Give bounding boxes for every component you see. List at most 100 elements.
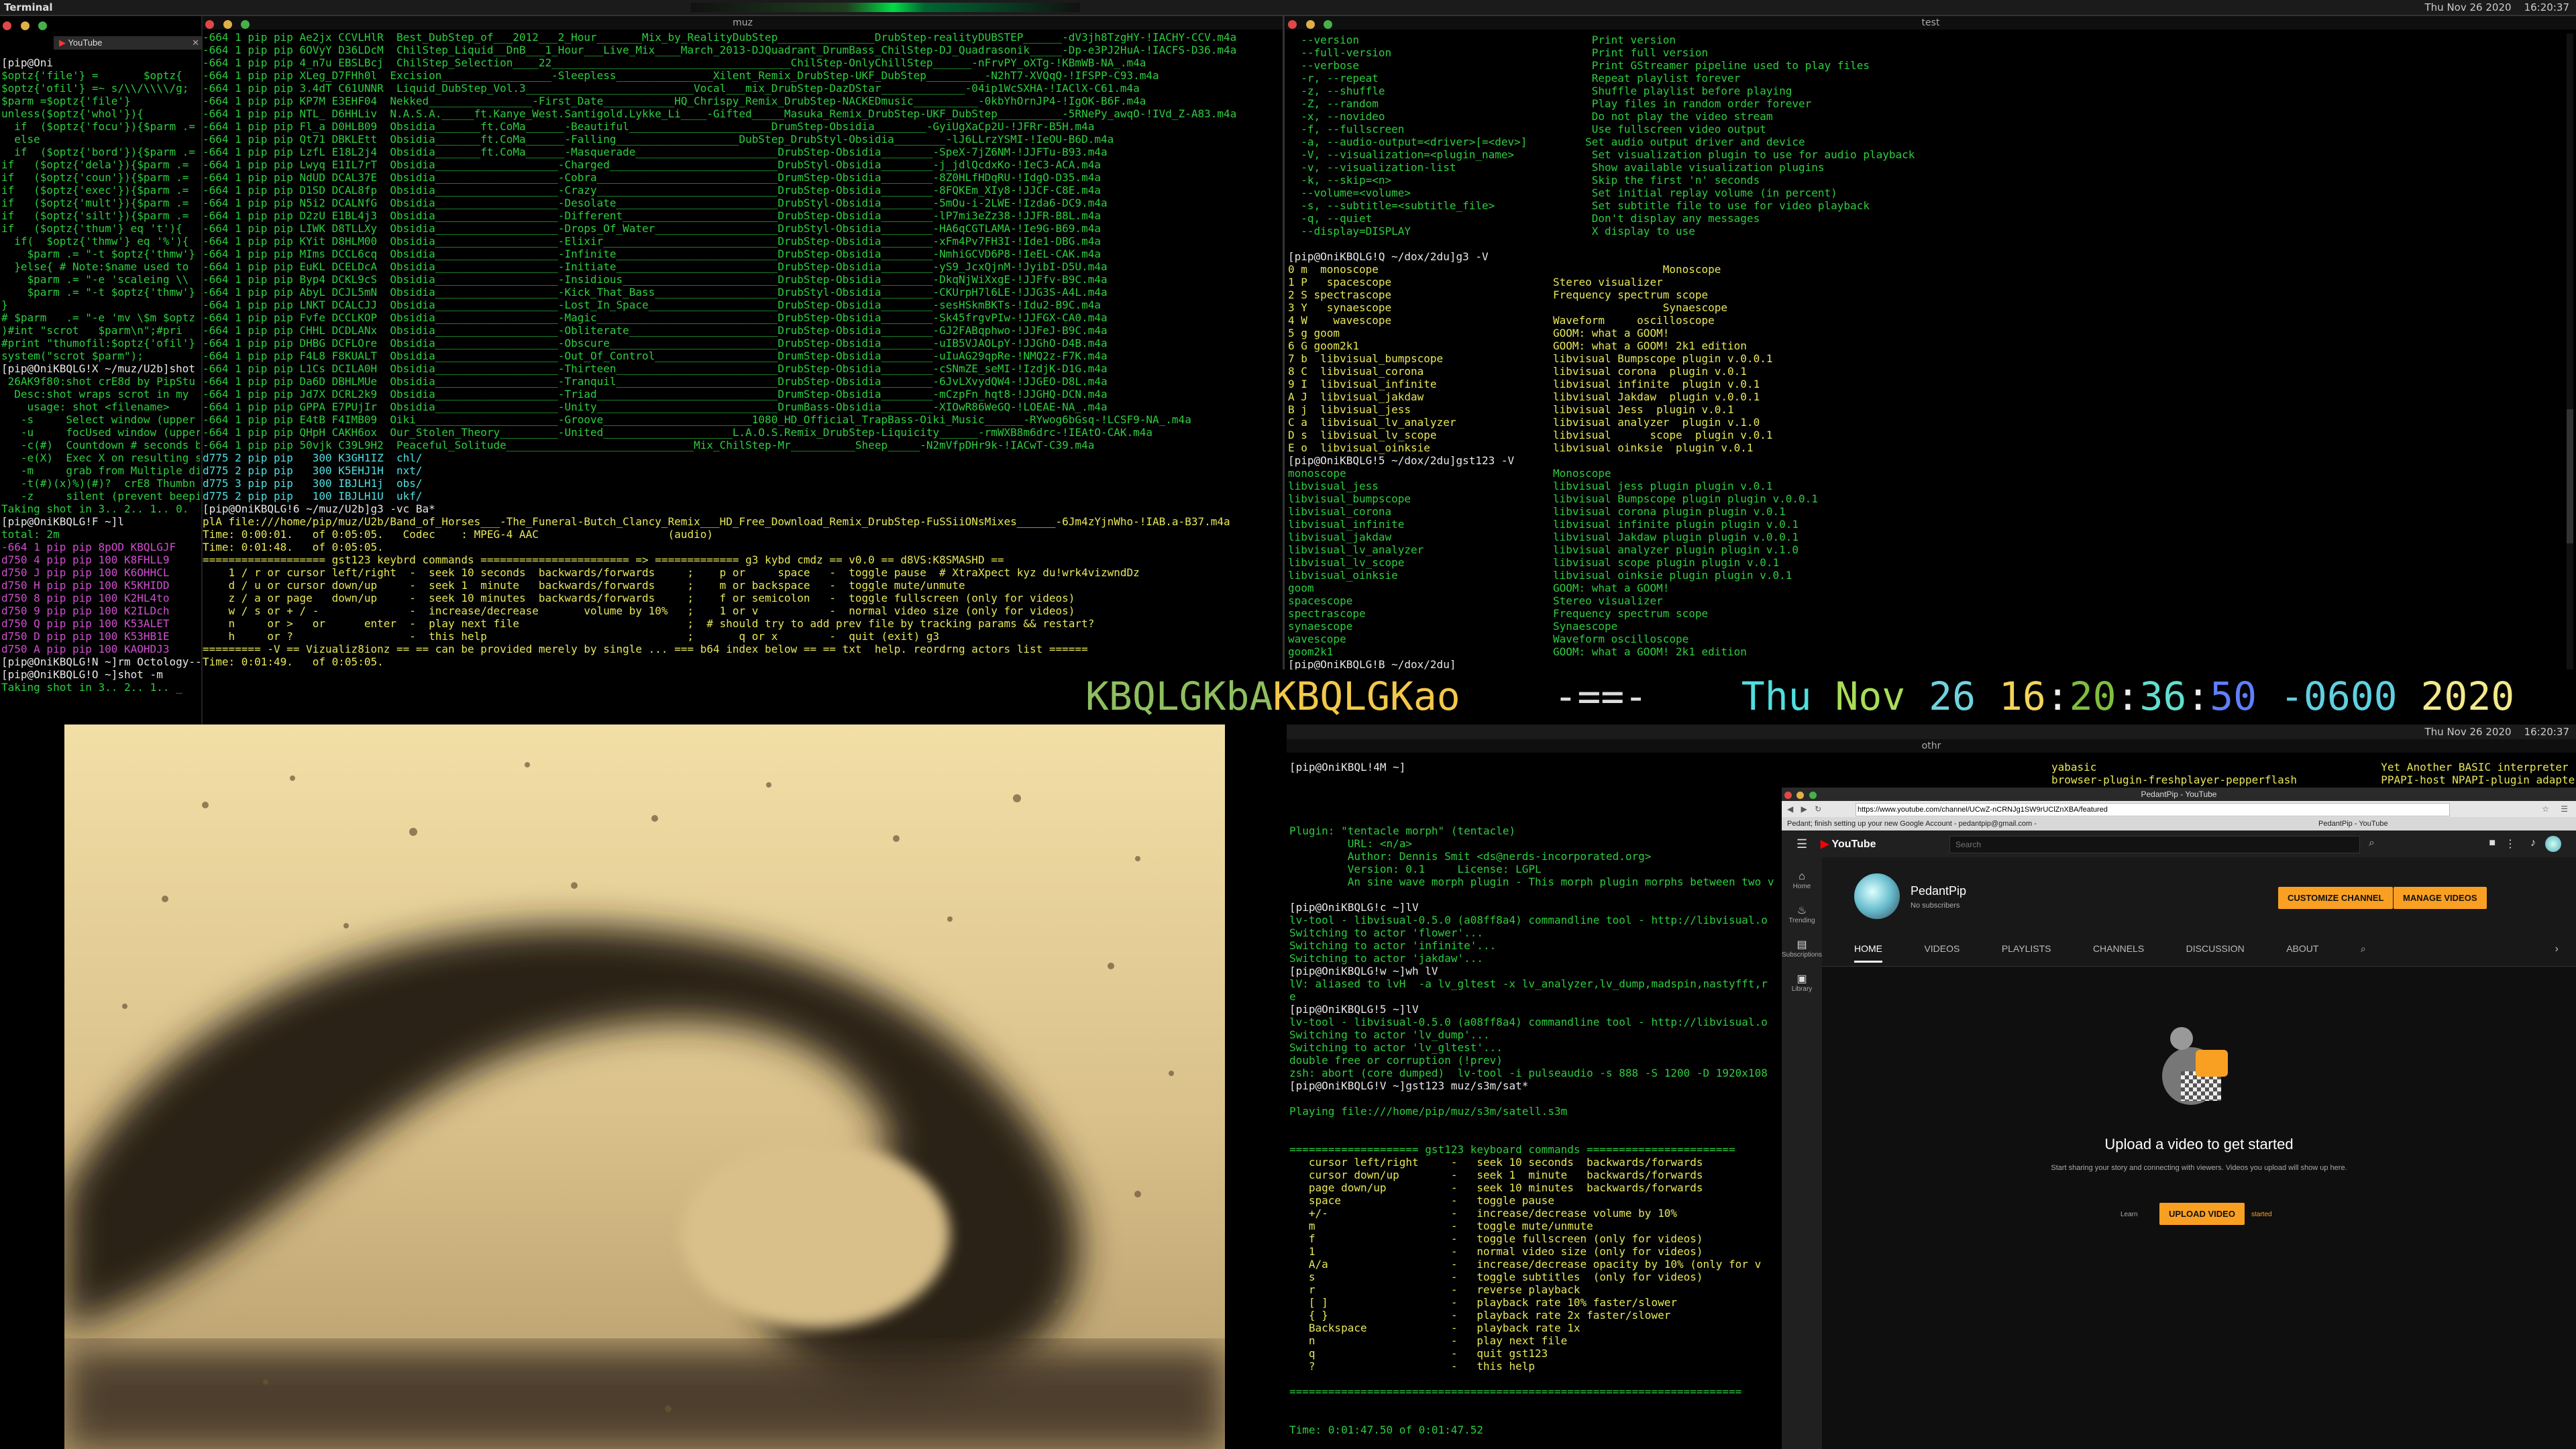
terminal-line: [pip@OniKBQLG!X ~/muz/U2b]shot (1, 362, 195, 375)
play-logo-icon: ▶ (1821, 839, 1829, 850)
top-datetime: Thu Nov 26 2020 16:20:37 (2424, 1, 2569, 13)
youtube-logo[interactable]: ▶ YouTube (1821, 837, 1876, 851)
minimize-window-icon[interactable] (1305, 20, 1315, 29)
tab-discussion[interactable]: DISCUSSION (2186, 943, 2245, 961)
terminal-line: --verbose Print GStreamer pipeline used … (1288, 59, 1870, 72)
tab-playlists[interactable]: PLAYLISTS (2002, 943, 2051, 961)
maximize-window-icon[interactable] (1324, 20, 1333, 29)
avatar[interactable] (2545, 836, 2561, 852)
terminal-line: -664 1 pip pip 50vjk C39L9H2 Peaceful_So… (203, 439, 1095, 451)
terminal-line: [pip@OniKBQL!4M ~] (1289, 761, 1406, 773)
reload-icon[interactable]: ↻ (1815, 804, 1821, 814)
othr-terminal-title: othr (1287, 739, 2576, 753)
browser-window[interactable]: PedantPip - YouTube ◀ ▶ ↻ ☆ ☰ Pedant; fi… (1782, 788, 2576, 1449)
terminal-line: Time: 0:01:48. of 0:05:05. (203, 541, 384, 553)
youtube-tab[interactable]: ▶ YouTube ✕ (54, 36, 203, 50)
terminal-line: unless($optz{'whol'}){ (1, 107, 144, 120)
test-terminal-output: --version Print version --full-version P… (1288, 34, 2563, 684)
forward-icon[interactable]: ▶ (1801, 804, 1807, 814)
terminal-line: -664 1 pip pip L1Cs DCILA0H Obsidia_____… (203, 362, 1108, 375)
tab-videos[interactable]: VIDEOS (1924, 943, 1960, 961)
maximize-window-icon[interactable] (241, 20, 250, 29)
learn-more-link[interactable]: Learn (2121, 1211, 2138, 1218)
close-window-icon[interactable] (1288, 20, 1297, 29)
notifications-icon[interactable]: ♪ (2530, 837, 2536, 849)
terminal-line: [pip@OniKBQLG!6 ~/muz/U2b]g3 -vc Ba* (203, 502, 435, 515)
upload-video-button[interactable]: UPLOAD VIDEO (2159, 1203, 2245, 1225)
empty-state-description: Start sharing your story and connecting … (2051, 1164, 2347, 1172)
left-terminal-window[interactable]: ▶ YouTube ✕ [pip@Oni $optz{'file'} = $opt… (0, 16, 203, 727)
muz-terminal-window[interactable]: muz -664 1 pip pip Ae2jx CCVLHlR Best_Du… (203, 16, 1285, 724)
bookmark-icon[interactable]: ☆ (2542, 801, 2549, 817)
tab-about[interactable]: ABOUT (2286, 943, 2318, 961)
back-icon[interactable]: ◀ (1787, 804, 1793, 814)
terminal-line: -664 1 pip pip GPPA E7PUjIr Obsidia_____… (203, 400, 1108, 413)
sidebar-item-home[interactable]: ⌂ Home (1782, 871, 1822, 890)
terminal-line: Time: 0:00:01. of 0:05:05. Codec : MPEG-… (203, 528, 713, 541)
terminal-line: monoscope Monoscope (1288, 467, 1611, 480)
tab-channels[interactable]: CHANNELS (2093, 943, 2144, 961)
terminal-line: [pip@OniKBQLG!F ~]l (1, 515, 125, 528)
close-window-icon[interactable] (205, 20, 214, 29)
create-video-icon[interactable]: ■ (2489, 837, 2496, 849)
search-icon[interactable]: ⌕ (2361, 943, 2366, 954)
menu-icon[interactable]: ☰ (2561, 801, 2568, 817)
minimize-window-icon[interactable] (20, 21, 30, 30)
sidebar-item-trending[interactable]: ♨ Trending (1782, 904, 1822, 924)
terminal-line: -664 1 pip pip AbyL DCJL5mN Obsidia_____… (203, 286, 1108, 299)
apps-grid-icon[interactable]: ⋮ (2505, 837, 2516, 851)
clock-colon: : (2045, 674, 2070, 719)
terminal-line: page down/up - seek 10 minutes backwards… (1289, 1181, 1703, 1194)
terminal-line: spacescope Stereo visualizer (1288, 594, 1663, 607)
browser-toolbar: ◀ ▶ ↻ ☆ ☰ (1782, 801, 2576, 817)
terminal-line: w / s or + / - - increase/decrease volum… (203, 604, 1075, 617)
customize-channel-button[interactable]: CUSTOMIZE CHANNEL (2278, 887, 2394, 909)
tab-home[interactable]: HOME (1854, 943, 1882, 963)
terminal-line: -664 1 pip pip Da6D DBHLMUe Obsidia_____… (203, 375, 1108, 388)
clock-separator: -==- (1554, 674, 1648, 719)
search-icon[interactable]: ⌕ (2369, 837, 2375, 849)
terminal-line: $parm .= "-t $optz{'thmw'} (1, 248, 195, 260)
test-terminal-window[interactable]: test --version Print version --full-vers… (1285, 16, 2576, 684)
scrollbar[interactable] (2567, 34, 2573, 678)
minimize-window-icon[interactable] (223, 20, 232, 29)
terminal-line: -664 1 pip pip CHHL DCDLANx Obsidia_____… (203, 324, 1108, 337)
browser-tab-google[interactable]: Pedant; finish setting up your new Googl… (1787, 817, 2176, 830)
maximize-window-icon[interactable] (38, 21, 48, 30)
chevron-right-icon[interactable]: › (2555, 943, 2559, 955)
sidebar-item-library[interactable]: ▣ Library (1782, 972, 1822, 993)
manage-videos-button[interactable]: MANAGE VIDEOS (2394, 887, 2487, 909)
terminal-line: E o libvisual_oinksie libvisual oinksie … (1288, 441, 1754, 454)
terminal-line: ========================================… (1289, 1385, 1742, 1398)
maximize-window-icon[interactable] (1809, 792, 1817, 799)
sidebar-item-subscriptions[interactable]: ▤ Subscriptions (1782, 938, 1822, 959)
terminal-line: -664 1 pip pip Ae2jx CCVLHlR Best_DubSte… (203, 31, 1237, 44)
terminal-line: synaescope Synaescope (1288, 620, 1618, 633)
url-input[interactable] (1856, 803, 2450, 816)
terminal-line: --version Print version (1288, 34, 1676, 46)
terminal-line: -664 1 pip pip D1SD DCAL8fp Obsidia_____… (203, 184, 1101, 197)
search-input[interactable] (1949, 836, 2360, 853)
close-window-icon[interactable] (3, 21, 11, 30)
close-icon[interactable]: ✕ (192, 36, 199, 50)
terminal-line: -u focUsed window (upper (1, 426, 200, 439)
hamburger-icon[interactable]: ☰ (1796, 837, 1807, 851)
terminal-line: if( $optz{'thmw'} eq '%'){ (1, 235, 189, 248)
othr-terminal-output-right: yabasic Yet Another BASIC interpreter bro… (2051, 761, 2575, 788)
close-window-icon[interactable] (1784, 792, 1792, 799)
terminal-line: -V, --visualization=<plugin_name> Set vi… (1288, 148, 1915, 161)
terminal-line: -e(X) Exec X on resulting s (1, 451, 200, 464)
terminal-line: -t(#)(x)%)(#)? crE8 Thumbn (1, 477, 195, 490)
terminal-line: -s, --subtitle=<subtitle_file> Set subti… (1288, 199, 1870, 212)
terminal-line: -r, --repeat Repeat playlist forever (1288, 72, 1741, 85)
minimize-window-icon[interactable] (1796, 792, 1805, 799)
terminal-line: 8 C libvisual_corona libvisual corona pl… (1288, 365, 1747, 378)
terminal-line: d750 D pip pip 100 K53HB1E (1, 630, 170, 643)
browser-tab-youtube[interactable]: PedantPip - YouTube (2318, 817, 2388, 830)
get-started-link[interactable]: started (2251, 1211, 2272, 1218)
